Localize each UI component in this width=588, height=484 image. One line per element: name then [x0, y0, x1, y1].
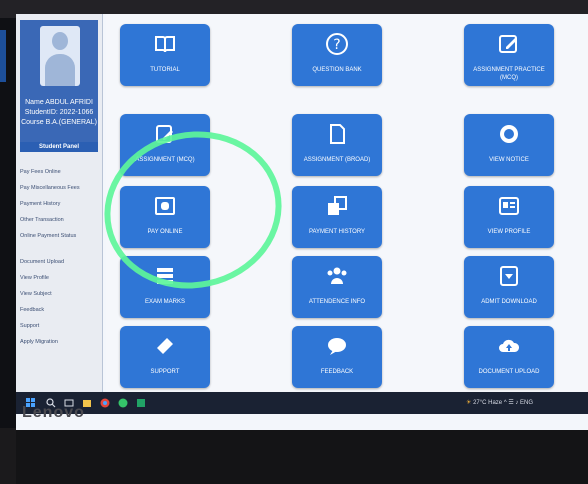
sidebar-item-online-payment-status[interactable]: Online Payment Status — [20, 228, 100, 244]
sidebar-item-payment-history[interactable]: Payment History — [20, 196, 100, 212]
edit-icon — [499, 35, 517, 53]
weather-icon: ☀ — [466, 400, 472, 406]
tile-view-profile[interactable]: VIEW PROFILE — [464, 186, 554, 248]
tile-label: ASSIGNMENT PRACTICE (MCQ) — [473, 67, 545, 81]
svg-text:?: ? — [333, 37, 340, 53]
tile-label: ATTENDENCE INFO — [308, 299, 366, 305]
tile-question-bank[interactable]: ? QUESTION BANK — [292, 24, 382, 86]
sidebar-menu: Pay Fees Online Pay Miscellaneous Fees P… — [20, 164, 100, 350]
sidebar-item-support[interactable]: Support — [20, 318, 100, 334]
sidebar-item-pay-miscellaneous-fees[interactable]: Pay Miscellaneous Fees — [20, 180, 100, 196]
tile-label: ASSIGNMENT (BROAD) — [303, 157, 371, 163]
profile-student-id: StudentID: 2022-1066 — [24, 109, 94, 116]
chrome-icon[interactable] — [100, 398, 110, 408]
sidebar-item-view-profile[interactable]: View Profile — [20, 270, 100, 286]
sidebar: Name ABDUL AFRIDI StudentID: 2022-1066 C… — [16, 14, 103, 392]
system-tray: ☀ 27°C Haze ^ ☰ ♪ ENG — [466, 397, 533, 409]
tile-feedback[interactable]: FEEDBACK — [292, 326, 382, 388]
tile-attendence-info[interactable]: ATTENDENCE INFO — [292, 256, 382, 318]
avatar-head — [52, 32, 68, 50]
copy-icon — [328, 196, 347, 215]
tile-label: QUESTION BANK — [312, 67, 362, 73]
sidebar-item-view-subject[interactable]: View Subject — [20, 286, 100, 302]
excel-icon[interactable] — [136, 398, 146, 408]
volume-icon[interactable]: ♪ — [515, 400, 518, 406]
tile-admit-download[interactable]: ADMIT DOWNLOAD — [464, 256, 554, 318]
weather-text[interactable]: 27°C Haze — [473, 400, 502, 406]
sidebar-item-document-upload[interactable]: Document Upload — [20, 254, 100, 270]
laptop-screen: Name ABDUL AFRIDI StudentID: 2022-1066 C… — [16, 14, 588, 430]
tile-payment-history[interactable]: PAYMENT HISTORY — [292, 186, 382, 248]
laptop-body — [16, 430, 588, 484]
book-icon — [155, 36, 175, 53]
tile-label: TUTORIAL — [150, 67, 180, 73]
tile-document-upload[interactable]: DOCUMENT UPLOAD — [464, 326, 554, 388]
upload-cloud-icon — [499, 339, 520, 352]
avatar — [40, 26, 80, 86]
ticket-icon — [157, 338, 173, 354]
profile-name: Name ABDUL AFRIDI — [25, 99, 93, 106]
profile-info: Name ABDUL AFRIDI StudentID: 2022-1066 C… — [20, 98, 98, 128]
language-indicator[interactable]: ENG — [520, 400, 533, 406]
left-window-strip — [0, 30, 6, 82]
sidebar-item-apply-migration[interactable]: Apply Migration — [20, 334, 100, 350]
avatar-body — [45, 54, 75, 86]
tile-label: VIEW NOTICE — [489, 157, 529, 163]
tile-assignment-broad[interactable]: ASSIGNMENT (BROAD) — [292, 114, 382, 176]
student-panel-title: Student Panel — [20, 142, 98, 152]
download-icon — [500, 266, 518, 286]
question-icon: ? — [326, 33, 348, 55]
tile-assignment-practice-mcq[interactable]: ASSIGNMENT PRACTICE (MCQ) — [464, 24, 554, 86]
id-card-icon — [499, 197, 519, 215]
tile-label: PAYMENT HISTORY — [308, 229, 366, 235]
chat-icon — [328, 338, 346, 355]
tile-view-notice[interactable]: VIEW NOTICE — [464, 114, 554, 176]
whatsapp-icon[interactable] — [118, 398, 128, 408]
tile-tutorial[interactable]: TUTORIAL — [120, 24, 210, 86]
sidebar-item-feedback[interactable]: Feedback — [20, 302, 100, 318]
tile-label: DOCUMENT UPLOAD — [478, 369, 540, 375]
people-icon — [327, 267, 347, 284]
windows-taskbar: ☀ 27°C Haze ^ ☰ ♪ ENG — [16, 392, 588, 414]
laptop-brand-logo: Lenovo — [22, 404, 85, 421]
tile-label: EXAM MARKS — [144, 299, 185, 305]
profile-course: Course B.A.(GENERAL) — [21, 119, 97, 126]
tile-label: SUPPORT — [150, 369, 180, 375]
tile-label: FEEDBACK — [320, 369, 354, 375]
eye-icon — [500, 125, 518, 143]
sidebar-item-other-transaction[interactable]: Other Transaction — [20, 212, 100, 228]
tile-label: VIEW PROFILE — [487, 229, 531, 235]
tile-label: ADMIT DOWNLOAD — [481, 299, 537, 305]
menu-gap — [20, 244, 100, 254]
network-icon[interactable]: ☰ — [508, 400, 513, 406]
sidebar-item-pay-fees-online[interactable]: Pay Fees Online — [20, 164, 100, 180]
profile-card: Name ABDUL AFRIDI StudentID: 2022-1066 C… — [20, 20, 98, 148]
document-icon — [330, 124, 345, 144]
tile-support[interactable]: SUPPORT — [120, 326, 210, 388]
